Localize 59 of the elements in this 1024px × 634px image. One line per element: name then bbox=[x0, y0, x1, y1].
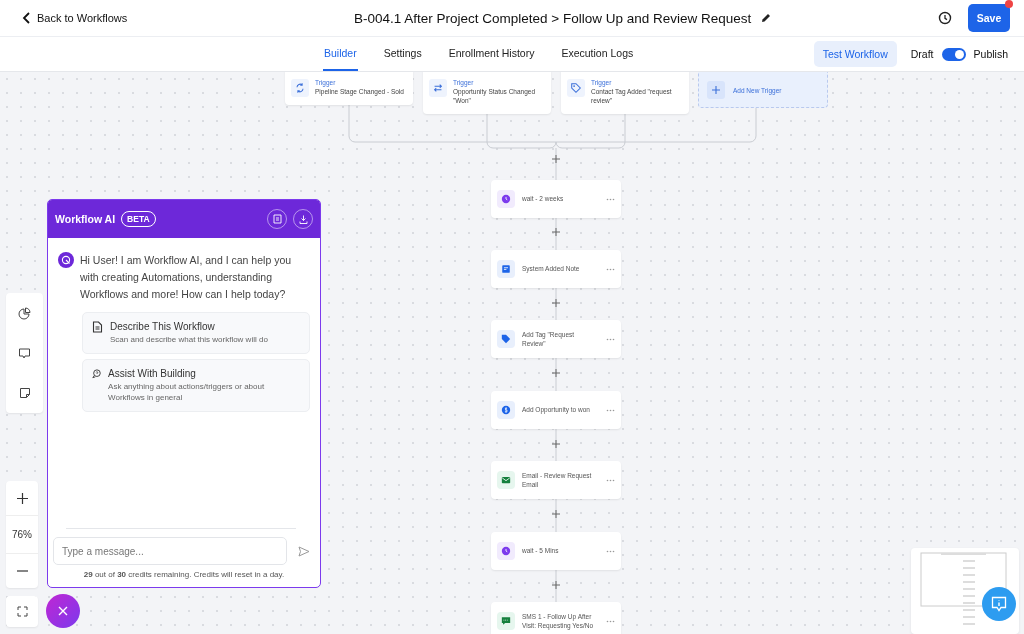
plus-icon bbox=[712, 86, 720, 94]
fit-view-button[interactable] bbox=[6, 596, 38, 627]
download-icon bbox=[298, 214, 308, 224]
workflow-title: B-004.1 After Project Completed > Follow Up and Review Request bbox=[353, 10, 752, 26]
history-icon[interactable] bbox=[938, 11, 952, 25]
sticky-note-icon bbox=[18, 387, 31, 399]
add-step-icon[interactable] bbox=[552, 369, 560, 377]
notification-dot bbox=[1005, 0, 1013, 8]
add-step-icon[interactable] bbox=[552, 299, 560, 307]
swap-arrows-icon bbox=[432, 82, 444, 94]
ai-avatar-icon bbox=[58, 252, 74, 268]
tab[interactable]: Enrollment History bbox=[447, 37, 536, 71]
pie-chart-icon bbox=[18, 306, 31, 320]
add-step-icon[interactable] bbox=[552, 510, 560, 518]
document-icon bbox=[272, 214, 282, 224]
edit-icon[interactable] bbox=[761, 13, 772, 23]
back-link[interactable]: Back to Workflows bbox=[22, 12, 128, 24]
credits-note: 29 out of 30 credits remaining. Credits will reset in a day. bbox=[82, 569, 286, 581]
clock-icon bbox=[501, 194, 511, 204]
publish-label: Publish bbox=[973, 48, 1008, 60]
suggestion-title: Describe This Workflow bbox=[110, 321, 216, 332]
close-icon bbox=[58, 606, 68, 616]
back-icon bbox=[22, 12, 30, 24]
refresh-icon bbox=[294, 82, 306, 94]
add-step-icon[interactable] bbox=[552, 581, 560, 589]
suggestion-title: Assist With Building bbox=[108, 368, 197, 379]
close-chat-button[interactable] bbox=[46, 594, 80, 628]
help-bubble-icon bbox=[92, 368, 102, 380]
panel-title: Workflow AI bbox=[55, 213, 116, 225]
publish-toggle[interactable] bbox=[941, 47, 966, 61]
expand-icon bbox=[16, 606, 28, 617]
add-step-icon[interactable] bbox=[552, 440, 560, 448]
chat-bubble-icon bbox=[501, 616, 511, 626]
dollar-icon bbox=[501, 405, 511, 415]
tab[interactable]: Execution Logs bbox=[560, 37, 635, 71]
add-step-icon[interactable] bbox=[552, 228, 560, 236]
minus-icon bbox=[16, 570, 28, 572]
add-step-icon[interactable] bbox=[552, 155, 560, 163]
test-workflow-button[interactable]: Test Workflow bbox=[813, 41, 897, 67]
suggestion-description: Ask anything about actions/triggers or about Workflows in general bbox=[108, 381, 266, 403]
suggestion-card[interactable]: Describe This Workflow Scan and describe what this workflow will do bbox=[82, 312, 310, 354]
minimap[interactable] bbox=[911, 548, 1019, 634]
suggestion-description: Scan and describe what this workflow will do bbox=[110, 334, 268, 345]
draft-label: Draft bbox=[910, 48, 934, 60]
tag-icon bbox=[501, 334, 511, 344]
ai-message: Hi User! I am Workflow AI, and I can help you with creating Automations, understanding Workflows and more! How can I help today? bbox=[80, 253, 293, 302]
clock-icon bbox=[501, 546, 511, 556]
suggestion-card[interactable]: Assist With Building Ask anything about actions/triggers or about Workflows in general bbox=[82, 359, 310, 412]
envelope-icon bbox=[501, 475, 511, 485]
send-icon bbox=[298, 545, 310, 557]
message-input[interactable]: Type a message... bbox=[53, 537, 287, 565]
zoom-level: 76% bbox=[6, 515, 38, 554]
comment-icon bbox=[18, 346, 31, 360]
plus-icon bbox=[16, 492, 28, 504]
tag-icon bbox=[570, 82, 582, 94]
note-icon bbox=[501, 264, 511, 274]
info-bubble-icon bbox=[991, 595, 1007, 613]
document-icon bbox=[92, 321, 103, 333]
tab[interactable]: Settings bbox=[382, 37, 423, 71]
